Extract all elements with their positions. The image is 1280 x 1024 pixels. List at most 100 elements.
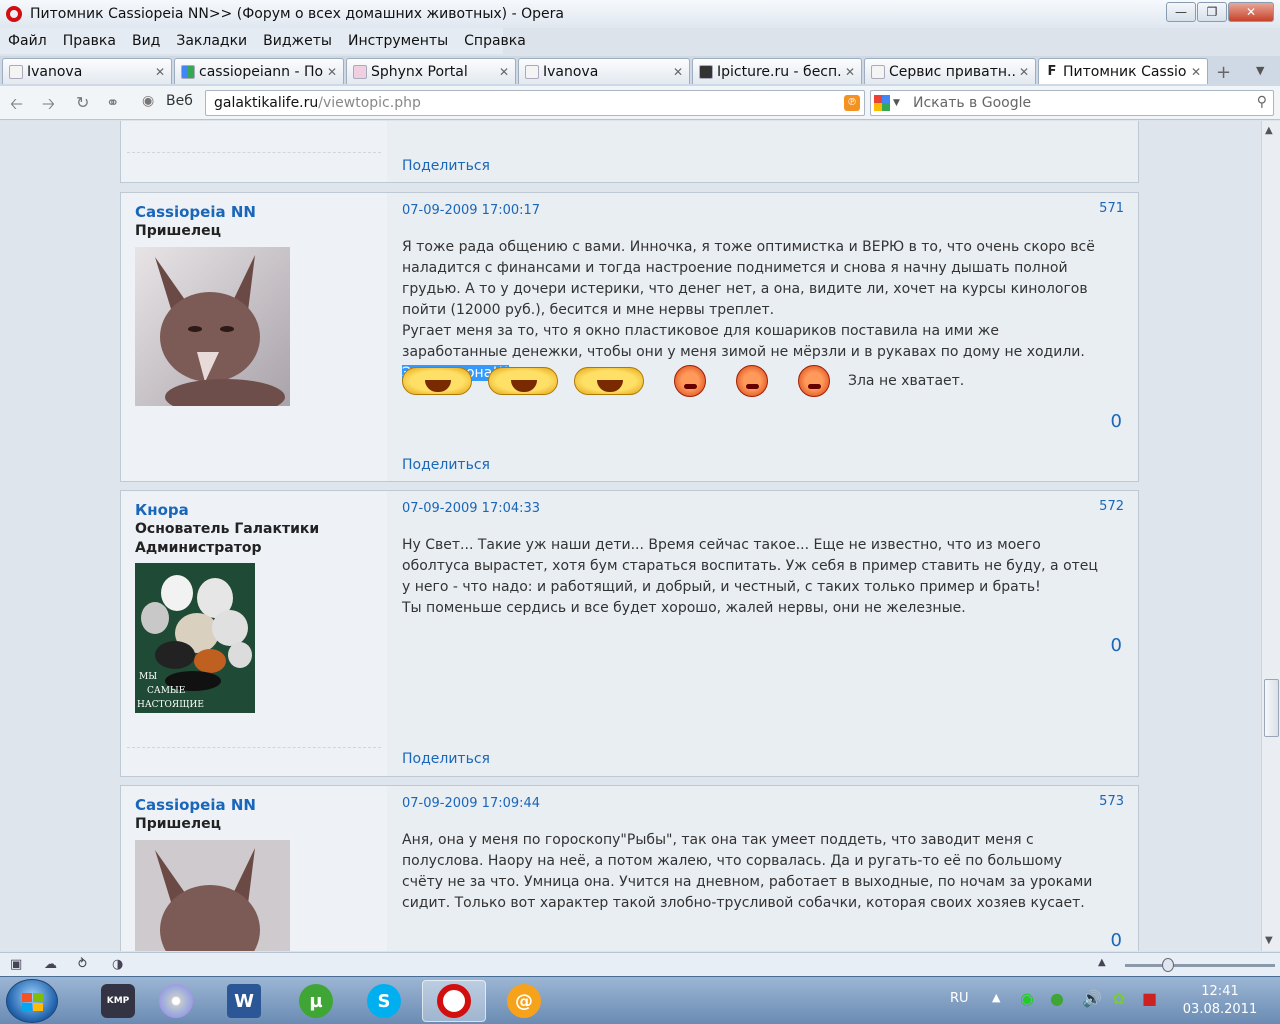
crying-smiley-icon [488,367,558,395]
unite-cloud-icon[interactable]: ☁ [44,957,57,972]
menu-help[interactable]: Справка [456,33,534,49]
post-author[interactable]: Cassiopeia NN [135,203,256,221]
search-input[interactable]: ▼ Искать в Google ⚲ [870,90,1274,116]
close-tab-icon[interactable]: ✕ [845,65,855,79]
address-input[interactable]: galaktikalife.ru/viewtopic.php ℗ [205,90,865,116]
status-bar: ▣ ☁ ⥁ ◑ ▲ [0,952,1280,976]
post-author[interactable]: Кнора [135,501,189,519]
windows-logo-icon [22,993,43,1011]
vertical-scrollbar[interactable]: ▲ ▼ [1261,121,1280,951]
post-rating[interactable]: 0 [1111,635,1122,656]
post-rating[interactable]: 0 [1111,411,1122,432]
search-engine-selector[interactable]: ▼ [874,94,904,112]
share-icon[interactable]: ⥁ [78,957,87,972]
key-icon[interactable]: ⚭ [106,93,119,112]
post-body: Я тоже рада общению с вами. Инночка, я т… [402,237,1098,384]
taskbar-opera[interactable] [422,980,486,1022]
tab-ivanova-2[interactable]: Ivanova ✕ [518,58,690,84]
show-hidden-icons-icon[interactable]: ▲ [992,991,1000,1004]
forward-button[interactable]: 🡢 [42,93,55,120]
forum-post: Кнора Основатель Галактики Администратор… [120,490,1139,777]
minimize-button[interactable]: — [1166,2,1196,22]
close-tab-icon[interactable]: ✕ [1019,65,1029,79]
back-button[interactable]: 🡠 [10,93,23,120]
tab-ipicture[interactable]: Ipicture.ru - бесп... ✕ [692,58,862,84]
kmplayer-icon: KMP [101,984,135,1018]
language-indicator[interactable]: RU [950,991,969,1006]
post-rating[interactable]: 0 [1111,930,1122,951]
menu-bookmarks[interactable]: Закладки [168,33,255,49]
cat-icon [353,64,367,79]
globe-icon: ◉ [142,93,155,109]
share-link[interactable]: Поделиться [402,457,490,473]
crying-smiley-icon [574,367,644,395]
post-number[interactable]: 573 [1099,794,1124,809]
close-button[interactable]: ✕ [1228,2,1274,22]
maximize-button[interactable]: ❐ [1197,2,1227,22]
zoom-slider[interactable] [1125,964,1275,967]
share-link[interactable]: Поделиться [402,158,490,174]
tab-cassiopeiann[interactable]: cassiopeiann - По... ✕ [174,58,344,84]
utorrent-tray-icon[interactable]: ● [1050,989,1064,1008]
avatar [135,247,290,415]
tab-service[interactable]: Сервис приватн... ✕ [864,58,1036,84]
smiley-row: Зла не хватает. [402,365,964,397]
clock-time: 12:41 [1201,984,1239,999]
tab-label: cassiopeiann - По... [199,63,323,80]
scrollbar-thumb[interactable] [1264,679,1279,737]
share-link[interactable]: Поделиться [402,751,490,767]
taskbar-kmplayer[interactable]: KMP [86,980,150,1022]
tab-label: Ivanova [543,63,599,80]
volume-icon[interactable]: 🔊 [1082,989,1102,1008]
menu-edit[interactable]: Правка [55,33,124,49]
close-tab-icon[interactable]: ✕ [1191,65,1201,79]
speed-dial-icon[interactable]: ◑ [112,957,123,972]
mail-agent-icon: @ [507,984,541,1018]
rss-icon[interactable]: ℗ [844,95,860,111]
user-rank: Пришелец [135,223,222,239]
ipicture-icon [699,64,713,79]
antivirus-icon[interactable]: ■ [1142,989,1157,1008]
tab-pitomnik-active[interactable]: F Питомник Cassio... ✕ [1038,58,1208,84]
angry-smiley-icon [798,365,830,397]
system-clock[interactable]: 12:41 03.08.2011 [1178,983,1262,1019]
post-author[interactable]: Cassiopeia NN [135,796,256,814]
tab-list-icon[interactable]: ▼ [1256,64,1264,77]
taskbar-word[interactable]: W [212,980,276,1022]
title-bar: Питомник Cassiopeia NN>> (Форум о всех д… [0,0,1280,28]
post-number[interactable]: 572 [1099,499,1124,514]
post-text: Ты поменьше сердись и все будет хорошо, … [402,600,966,616]
search-icon[interactable]: ⚲ [1257,94,1267,110]
close-tab-icon[interactable]: ✕ [673,65,683,79]
start-button[interactable] [6,979,58,1023]
post-text: Аня, она у меня по гороскопу"Рыбы", так … [402,832,1093,911]
zoom-slider-knob[interactable] [1162,958,1174,972]
close-tab-icon[interactable]: ✕ [327,65,337,79]
menu-file[interactable]: Файл [0,33,55,49]
tab-sphynx-portal[interactable]: Sphynx Portal ✕ [346,58,516,84]
menu-widgets[interactable]: Виджеты [255,33,340,49]
angry-smiley-icon [736,365,768,397]
new-tab-button[interactable]: + [1216,62,1231,83]
zoom-out-icon[interactable]: ▲ [1098,957,1106,968]
panel-toggle-icon[interactable]: ▣ [10,957,22,972]
url-path: /viewtopic.php [318,95,421,111]
close-tab-icon[interactable]: ✕ [155,65,165,79]
reload-button[interactable]: ↻ [76,93,89,112]
menu-tools[interactable]: Инструменты [340,33,456,49]
icq-icon[interactable]: ✿ [1112,989,1125,1008]
network-eye-icon[interactable]: ◉ [1020,989,1034,1008]
taskbar-media[interactable] [144,980,208,1022]
scroll-down-arrow-icon[interactable]: ▼ [1265,935,1273,946]
close-tab-icon[interactable]: ✕ [499,65,509,79]
taskbar-utorrent[interactable]: µ [284,980,348,1022]
post-date: 07-09-2009 17:09:44 [402,796,541,811]
post-number[interactable]: 571 [1099,201,1124,216]
taskbar-mail[interactable]: @ [492,980,556,1022]
avatar [135,840,290,951]
scroll-up-arrow-icon[interactable]: ▲ [1265,125,1273,136]
menu-view[interactable]: Вид [124,33,168,49]
taskbar-skype[interactable]: S [352,980,416,1022]
tab-ivanova-1[interactable]: Ivanova ✕ [2,58,172,84]
user-rank: Пришелец [135,816,222,832]
